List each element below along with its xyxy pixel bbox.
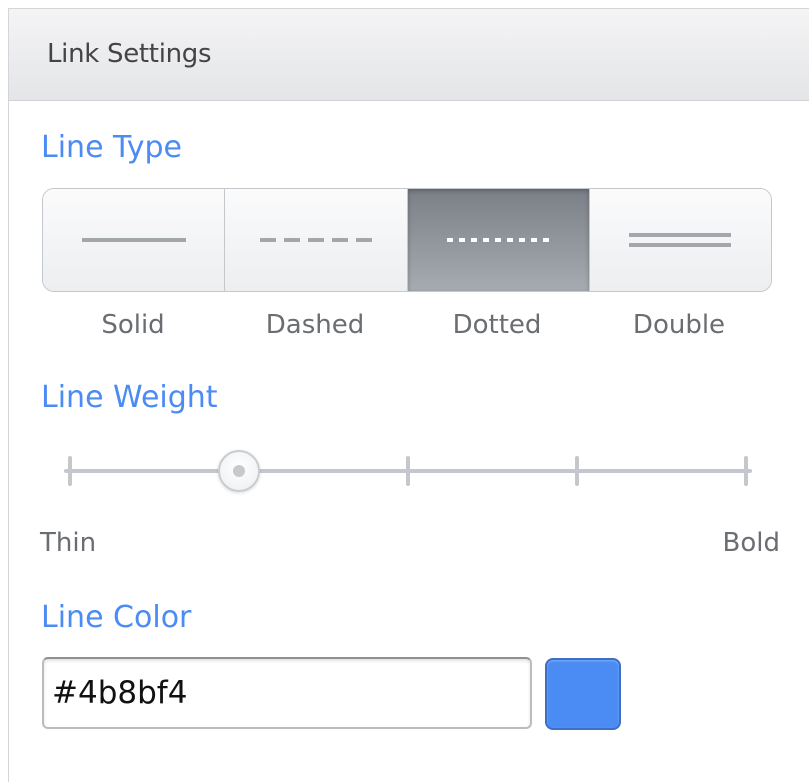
color-swatch[interactable] bbox=[545, 658, 621, 730]
caption-double: Double bbox=[632, 310, 726, 340]
line-color-input[interactable] bbox=[42, 657, 532, 729]
line-type-label: Line Type bbox=[41, 130, 182, 165]
line-type-segmented-control bbox=[42, 188, 772, 292]
segment-double[interactable] bbox=[589, 189, 771, 291]
slider-tick bbox=[406, 456, 410, 486]
panel-title: Link Settings bbox=[47, 39, 212, 69]
line-dashed-icon bbox=[259, 238, 372, 242]
caption-dashed: Dashed bbox=[265, 310, 365, 340]
caption-dotted: Dotted bbox=[452, 310, 542, 340]
segment-solid[interactable] bbox=[43, 189, 226, 291]
line-solid-icon bbox=[81, 238, 186, 242]
slider-tick bbox=[575, 456, 579, 486]
line-double-icon bbox=[629, 233, 732, 247]
segment-dotted[interactable] bbox=[407, 189, 590, 291]
slider-tick bbox=[744, 456, 748, 486]
caption-solid: Solid bbox=[101, 310, 165, 340]
slider-min-label: Thin bbox=[40, 528, 97, 558]
slider-thumb[interactable] bbox=[218, 450, 260, 492]
slider-tick bbox=[68, 456, 72, 486]
slider-max-label: Bold bbox=[722, 528, 780, 558]
line-color-label: Line Color bbox=[41, 600, 192, 635]
line-weight-label: Line Weight bbox=[41, 380, 218, 415]
panel-header: Link Settings bbox=[9, 9, 809, 101]
line-dotted-icon bbox=[447, 238, 550, 242]
segment-dashed[interactable] bbox=[225, 189, 408, 291]
line-weight-slider[interactable] bbox=[58, 446, 758, 496]
